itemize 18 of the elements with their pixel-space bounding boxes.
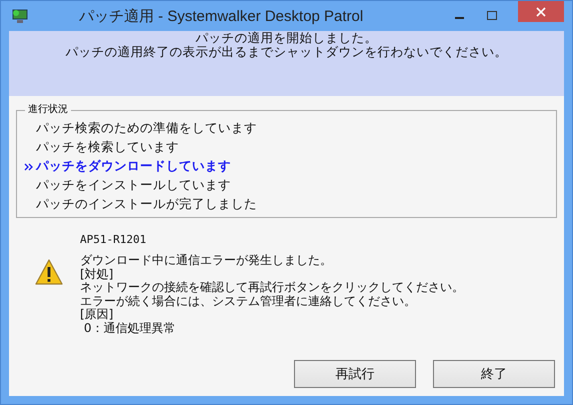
close-button[interactable]	[518, 1, 564, 22]
step-label: パッチをダウンロードしています	[36, 158, 231, 175]
close-icon	[536, 6, 546, 16]
retry-button[interactable]: 再試行	[294, 360, 416, 388]
header-text: パッチの適用終了の表示が出るまでシャットダウンを行わないでください。	[64, 45, 508, 59]
step-label: パッチ検索のための準備をしています	[36, 120, 257, 137]
error-code: AP51-R1201	[80, 233, 148, 246]
step-label: パッチのインストールが完了しました	[36, 196, 257, 213]
computer-icon	[11, 8, 29, 24]
step-label: パッチをインストールしています	[36, 177, 231, 194]
maximize-icon[interactable]	[486, 10, 498, 22]
warning-icon	[34, 258, 64, 286]
group-title: 進行状況	[25, 104, 71, 116]
step-label: パッチを検索しています	[36, 139, 179, 156]
exit-button[interactable]: 終了	[433, 360, 555, 388]
header-text: パッチの適用を開始しました。	[194, 31, 378, 45]
window-title: パッチ適用 - Systemwalker Desktop Patrol	[79, 6, 364, 26]
error-message: ダウンロード中に通信エラーが発生しました。 [対処] ネットワークの接続を確認して再試行ボタンをクリックしてください。 エラーが続く場合には、システム管理者に連絡してください。 [原因] 0：通信処理異常	[80, 254, 464, 335]
